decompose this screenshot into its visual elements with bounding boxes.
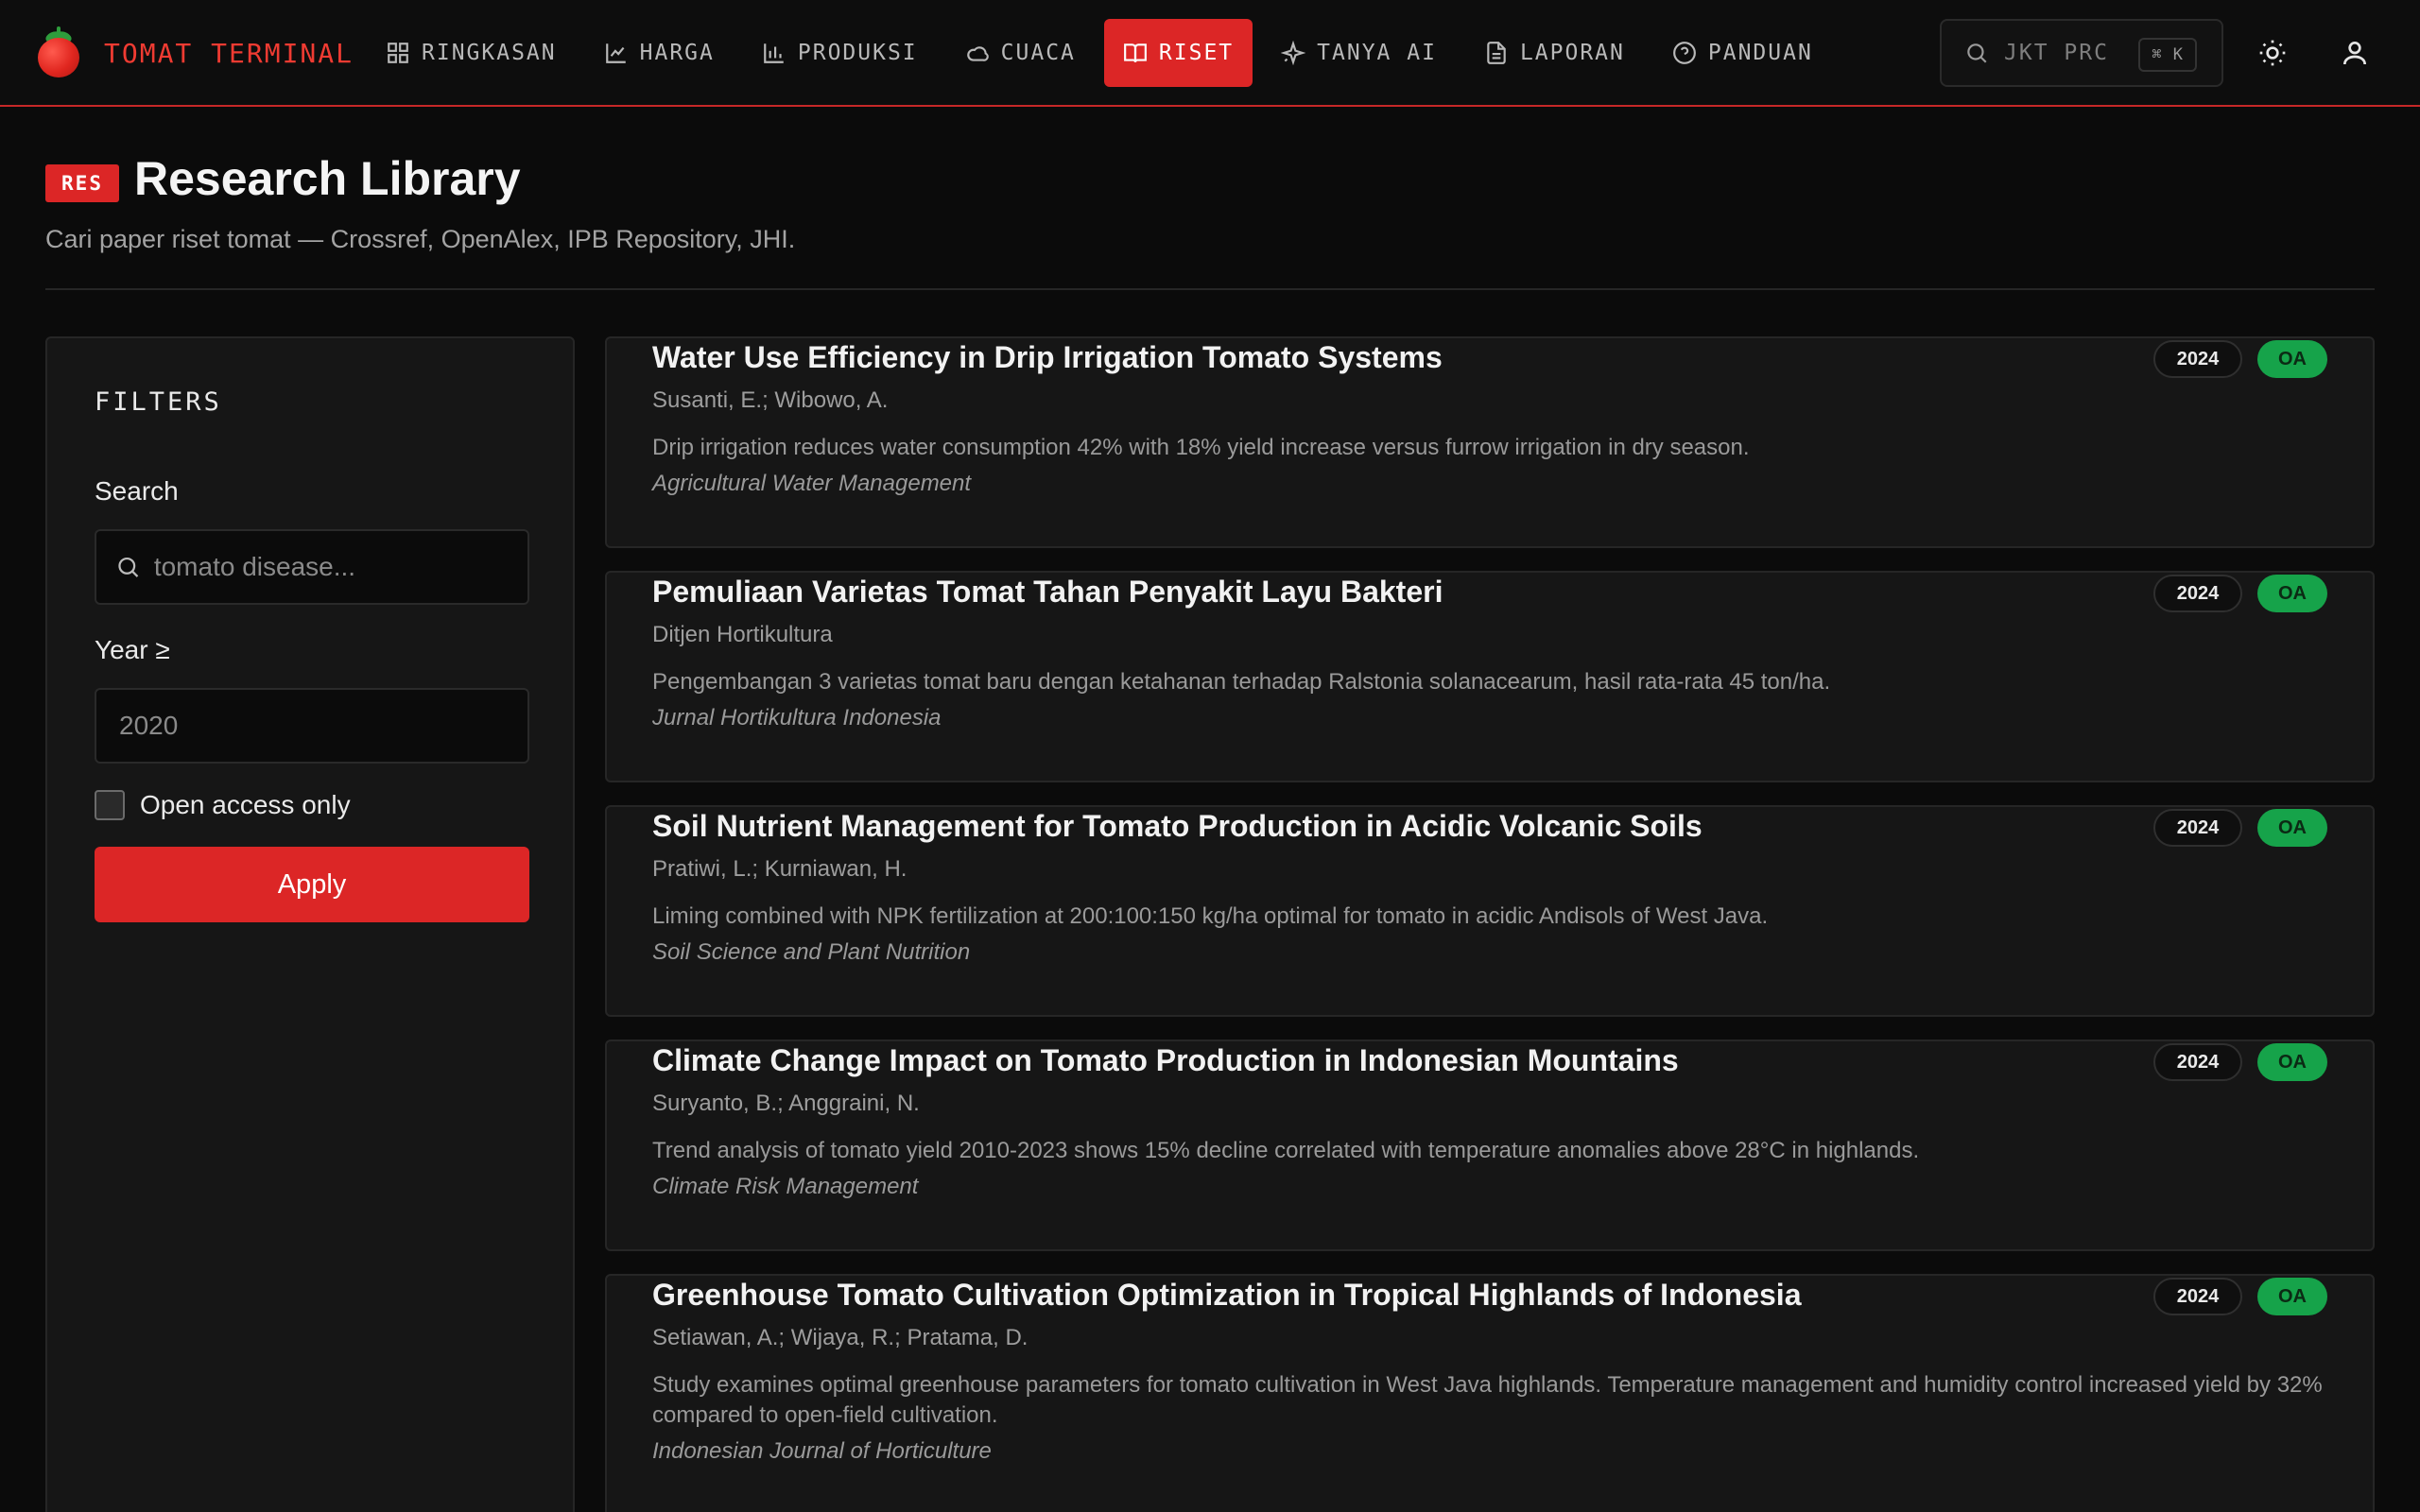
year-input[interactable]: [96, 690, 527, 762]
paper-card[interactable]: Climate Change Impact on Tomato Producti…: [605, 1040, 2375, 1251]
paper-title[interactable]: Water Use Efficiency in Drip Irrigation …: [652, 340, 1443, 375]
bar-chart-icon: [764, 43, 784, 63]
nav-item-label: RISET: [1158, 41, 1235, 65]
paper-card[interactable]: Soil Nutrient Management for Tomato Prod…: [605, 805, 2375, 1017]
paper-abstract: Pengembangan 3 varietas tomat baru denga…: [652, 669, 1831, 695]
open-access-filter[interactable]: Open access only: [95, 790, 351, 820]
nav-item-label: PRODUKSI: [797, 41, 918, 65]
nav-item-label: RINGKASAN: [422, 41, 557, 65]
paper-abstract: Liming combined with NPK fertilization a…: [652, 903, 1769, 929]
dashboard-icon: [388, 43, 408, 63]
nav-item-laporan[interactable]: LAPORAN: [1465, 19, 1644, 87]
year-field: [95, 688, 529, 764]
paper-abstract: Drip irrigation reduces water consumptio…: [652, 435, 1750, 460]
nav-item-harga[interactable]: HARGA: [585, 19, 734, 87]
brand-name: TOMAT TERMINAL: [104, 37, 354, 69]
top-navigation-bar: TOMAT TERMINAL RINGKASAN HARGA PRODUKSI …: [0, 0, 2420, 107]
paper-journal: Climate Risk Management: [652, 1174, 919, 1199]
paper-journal: Agricultural Water Management: [652, 471, 972, 496]
nav-item-label: PANDUAN: [1707, 41, 1813, 65]
year-badge: 2024: [2153, 809, 2242, 847]
theme-toggle-button[interactable]: [2250, 30, 2295, 76]
sparkle-icon: [1281, 41, 1306, 65]
search-field: [95, 529, 529, 605]
paper-authors: Susanti, E.; Wibowo, A.: [652, 387, 889, 413]
open-access-badge: OA: [2257, 575, 2327, 612]
cloud-icon: [966, 46, 989, 61]
apply-button[interactable]: Apply: [95, 847, 529, 922]
book-icon: [1123, 43, 1147, 62]
sun-icon: [2259, 40, 2286, 66]
nav-item-produksi[interactable]: PRODUKSI: [743, 19, 937, 87]
filters-panel: FILTERS Search Year ≥ Open access only A…: [45, 336, 575, 1512]
year-badge: 2024: [2153, 1043, 2242, 1081]
page-title: Research Library: [134, 152, 521, 205]
paper-card[interactable]: Water Use Efficiency in Drip Irrigation …: [605, 336, 2375, 548]
search-icon: [1967, 43, 1987, 63]
paper-journal: Soil Science and Plant Nutrition: [652, 939, 971, 965]
paper-journal: Indonesian Journal of Horticulture: [652, 1438, 992, 1464]
filters-title: FILTERS: [95, 387, 222, 417]
divider: [45, 288, 2375, 290]
document-icon: [1487, 42, 1506, 64]
paper-card[interactable]: Greenhouse Tomato Cultivation Optimizati…: [605, 1274, 2375, 1512]
command-search[interactable]: JKT PRC ⌘ K: [1940, 19, 2223, 87]
nav-item-label: CUACA: [1000, 41, 1076, 65]
paper-journal: Jurnal Hortikultura Indonesia: [652, 705, 942, 730]
paper-authors: Pratiwi, L.; Kurniawan, H.: [652, 856, 908, 882]
tomato-logo-icon: [36, 26, 81, 79]
nav-item-label: HARGA: [639, 41, 715, 65]
user-icon: [2343, 42, 2366, 65]
paper-authors: Suryanto, B.; Anggraini, N.: [652, 1091, 920, 1116]
user-menu-button[interactable]: [2332, 30, 2377, 76]
open-access-badge: OA: [2257, 1278, 2327, 1315]
section-badge: RES: [45, 164, 119, 202]
main-nav: RINGKASAN HARGA PRODUKSI CUACA RISET TAN…: [367, 19, 1841, 87]
paper-authors: Setiawan, A.; Wijaya, R.; Pratama, D.: [652, 1325, 1028, 1350]
paper-card[interactable]: Pemuliaan Varietas Tomat Tahan Penyakit …: [605, 571, 2375, 782]
nav-item-panduan[interactable]: PANDUAN: [1653, 19, 1832, 87]
command-search-text: JKT PRC: [2004, 41, 2109, 65]
open-access-badge: OA: [2257, 809, 2327, 847]
line-chart-icon: [605, 43, 626, 63]
nav-item-cuaca[interactable]: CUACA: [946, 19, 1095, 87]
year-badge: 2024: [2153, 1278, 2242, 1315]
paper-abstract: Study examines optimal greenhouse parame…: [652, 1372, 2323, 1428]
nav-item-ringkasan[interactable]: RINGKASAN: [367, 19, 576, 87]
year-badge: 2024: [2153, 575, 2242, 612]
nav-item-label: TANYA AI: [1317, 41, 1437, 65]
nav-item-tanya-ai[interactable]: TANYA AI: [1262, 19, 1456, 87]
search-input[interactable]: [140, 531, 527, 603]
page-subtitle: Cari paper riset tomat — Crossref, OpenA…: [45, 225, 796, 253]
nav-item-label: LAPORAN: [1519, 41, 1625, 65]
year-label: Year ≥: [95, 635, 170, 664]
open-access-label: Open access only: [140, 790, 351, 819]
help-circle-icon: [1672, 42, 1696, 64]
search-icon: [118, 557, 139, 577]
paper-abstract: Trend analysis of tomato yield 2010-2023…: [652, 1138, 1920, 1163]
paper-title[interactable]: Soil Nutrient Management for Tomato Prod…: [652, 809, 1703, 844]
open-access-badge: OA: [2257, 340, 2327, 378]
nav-item-riset[interactable]: RISET: [1103, 19, 1253, 87]
year-badge: 2024: [2153, 340, 2242, 378]
open-access-badge: OA: [2257, 1043, 2327, 1081]
paper-title[interactable]: Greenhouse Tomato Cultivation Optimizati…: [652, 1278, 1801, 1313]
paper-title[interactable]: Pemuliaan Varietas Tomat Tahan Penyakit …: [652, 575, 1443, 610]
paper-title[interactable]: Climate Change Impact on Tomato Producti…: [652, 1043, 1679, 1078]
keyboard-shortcut: ⌘ K: [2138, 38, 2197, 72]
brand[interactable]: TOMAT TERMINAL: [36, 26, 354, 79]
open-access-checkbox[interactable]: [95, 790, 125, 820]
paper-authors: Ditjen Hortikultura: [652, 622, 833, 647]
search-label: Search: [95, 476, 179, 506]
